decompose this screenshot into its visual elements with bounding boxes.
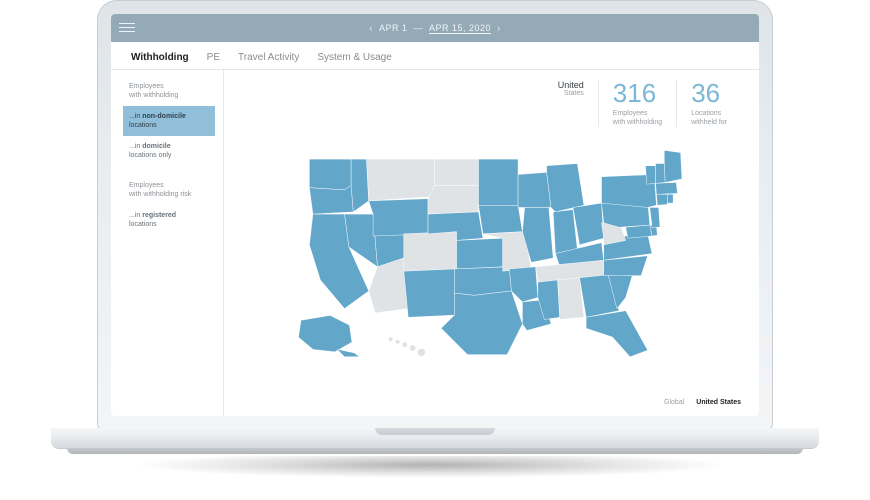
laptop-notch bbox=[375, 428, 495, 435]
tab-system-usage[interactable]: System & Usage bbox=[317, 52, 391, 69]
content: Employees with withholding ...in non-dom… bbox=[111, 68, 759, 416]
view-global[interactable]: Global bbox=[664, 399, 684, 406]
us-map[interactable] bbox=[238, 135, 741, 381]
metric-locations: 36 Locations withheld for bbox=[676, 80, 741, 127]
laptop-base-edge bbox=[67, 448, 803, 454]
metric-locations-label: Locations withheld for bbox=[691, 109, 727, 127]
metric-employees-value: 316 bbox=[613, 80, 662, 106]
region-line1: United bbox=[558, 80, 584, 90]
sidebar-item-registered[interactable]: ...in registered locations bbox=[123, 205, 215, 235]
chevron-left-icon[interactable]: ‹ bbox=[369, 23, 373, 34]
sidebar-group-withholding: Employees with withholding ...in non-dom… bbox=[129, 82, 223, 167]
metric-employees-label: Employees with withholding bbox=[613, 109, 662, 127]
chevron-right-icon[interactable]: › bbox=[497, 23, 501, 34]
date-range-start: APR 1 bbox=[379, 23, 408, 33]
laptop-base bbox=[51, 428, 819, 448]
metric-region: United States bbox=[544, 80, 598, 127]
tab-travel-activity[interactable]: Travel Activity bbox=[238, 52, 299, 69]
menu-icon[interactable] bbox=[119, 20, 135, 36]
date-range-picker[interactable]: ‹ APR 1 — APR 15, 2020 › bbox=[369, 23, 501, 34]
tabs: Withholding PE Travel Activity System & … bbox=[111, 42, 759, 69]
laptop-bezel: ‹ APR 1 — APR 15, 2020 › Withholding PE … bbox=[97, 0, 773, 430]
sidebar-item-non-domicile[interactable]: ...in non-domicile locations bbox=[123, 106, 215, 136]
sidebar-item-domicile-only[interactable]: ...in domicile locations only bbox=[123, 136, 215, 166]
tab-withholding[interactable]: Withholding bbox=[131, 52, 189, 69]
main-panel: United States 316 Employees with withhol… bbox=[223, 68, 759, 416]
tab-pe[interactable]: PE bbox=[207, 52, 220, 69]
sidebar: Employees with withholding ...in non-dom… bbox=[111, 68, 223, 416]
view-united-states[interactable]: United States bbox=[696, 399, 741, 406]
metric-employees: 316 Employees with withholding bbox=[598, 80, 676, 127]
region-line2: States bbox=[558, 90, 584, 97]
laptop-mockup: ‹ APR 1 — APR 15, 2020 › Withholding PE … bbox=[97, 0, 773, 480]
sidebar-group-title: Employees with withholding risk bbox=[129, 181, 223, 199]
topbar: ‹ APR 1 — APR 15, 2020 › bbox=[111, 14, 759, 42]
metric-locations-value: 36 bbox=[691, 80, 727, 106]
metrics: United States 316 Employees with withhol… bbox=[238, 80, 741, 127]
view-toggle: Global United States bbox=[664, 399, 741, 406]
app-screen: ‹ APR 1 — APR 15, 2020 › Withholding PE … bbox=[111, 14, 759, 416]
sidebar-group-risk: Employees with withholding risk ...in re… bbox=[129, 181, 223, 235]
date-range-end: APR 15, 2020 bbox=[429, 23, 491, 33]
sidebar-group-title: Employees with withholding bbox=[129, 82, 223, 100]
